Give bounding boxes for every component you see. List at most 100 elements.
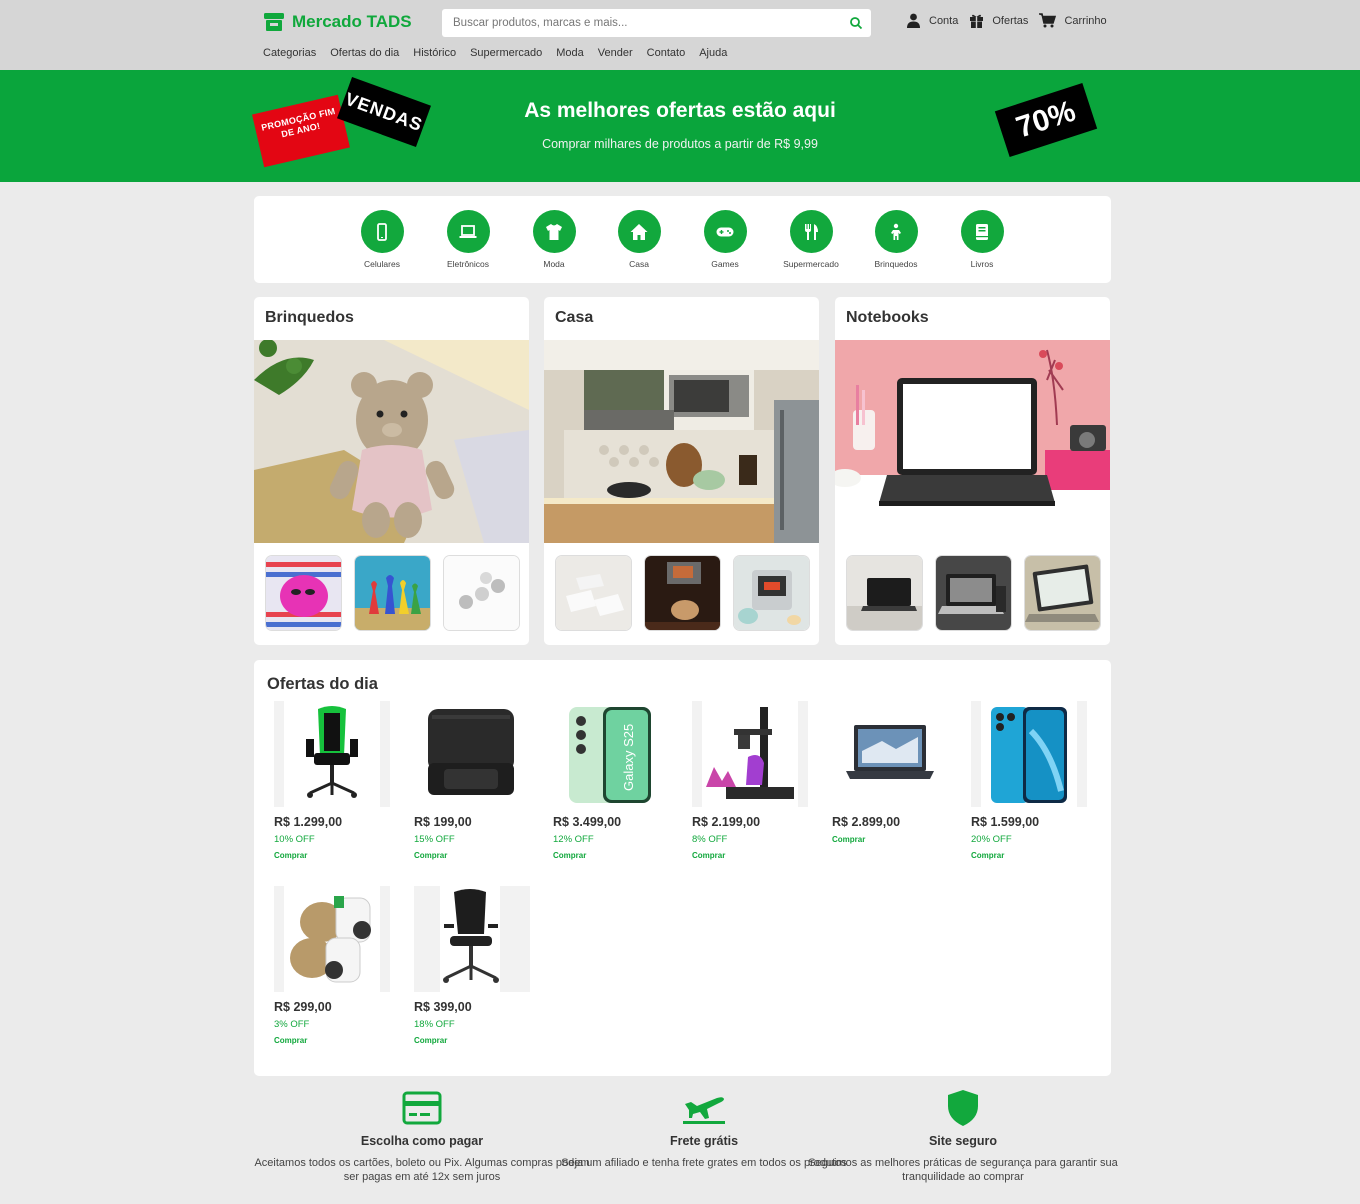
category-icon-wrap xyxy=(789,210,833,253)
thumb-laptop-desk[interactable] xyxy=(846,555,923,631)
nav-item-ajuda[interactable]: Ajuda xyxy=(699,47,727,59)
product-card[interactable]: R$ 2.199,00 8% OFF Comprar xyxy=(692,701,808,860)
account-button[interactable]: Conta xyxy=(906,13,958,28)
product-card[interactable]: R$ 2.899,00 Comprar xyxy=(832,701,948,844)
product-image-air-fryer xyxy=(414,701,530,807)
product-discount: 20% OFF xyxy=(971,834,1012,845)
product-price: R$ 1.599,00 xyxy=(971,815,1040,829)
product-discount: 15% OFF xyxy=(414,834,455,845)
buy-link[interactable]: Comprar xyxy=(553,851,669,860)
thumb-laptop-screen[interactable] xyxy=(1024,555,1101,631)
brand-name: Mercado TADS xyxy=(292,12,412,31)
product-price: R$ 2.199,00 xyxy=(692,815,761,829)
search-input[interactable] xyxy=(442,9,842,37)
category-icon-wrap xyxy=(532,210,576,253)
cart-button[interactable]: Carrinho xyxy=(1039,13,1107,28)
nav-item-vender[interactable]: Vender xyxy=(598,47,633,59)
nav-item-historico[interactable]: Histórico xyxy=(413,47,456,59)
offers-button[interactable]: Ofertas xyxy=(969,13,1028,28)
product-image-3d-printer xyxy=(692,701,808,807)
gift-icon xyxy=(970,14,984,28)
category-icon-wrap xyxy=(960,210,1004,253)
cart-label: Carrinho xyxy=(1064,14,1107,27)
buy-link[interactable]: Comprar xyxy=(832,835,948,844)
buy-link[interactable]: Comprar xyxy=(414,1036,530,1045)
cart-icon xyxy=(1039,13,1057,28)
buy-link[interactable]: Comprar xyxy=(692,851,808,860)
laptop-icon xyxy=(459,224,477,238)
offers-title: Ofertas do dia xyxy=(267,675,378,693)
buy-link[interactable]: Comprar xyxy=(414,851,530,860)
category-moda[interactable]: Moda xyxy=(509,210,599,269)
category-icon-wrap xyxy=(874,210,918,253)
plane-icon xyxy=(683,1097,725,1124)
product-discount: 10% OFF xyxy=(274,834,315,845)
house-icon xyxy=(630,223,648,240)
buy-link[interactable]: Comprar xyxy=(971,851,1087,860)
category-icon-wrap xyxy=(446,210,490,253)
credit-card-icon xyxy=(402,1091,442,1125)
section-thumbnails xyxy=(265,555,520,631)
section-card-casa: Casa xyxy=(544,297,819,645)
section-card-notebooks: Notebooks xyxy=(835,297,1110,645)
category-livros[interactable]: Livros xyxy=(937,210,1027,269)
product-discount: 12% OFF xyxy=(553,834,594,845)
nav-item-categorias[interactable]: Categorias xyxy=(263,47,316,59)
category-brinquedos[interactable]: Brinquedos xyxy=(851,210,941,269)
offers-label: Ofertas xyxy=(992,14,1029,27)
section-image-laptop[interactable] xyxy=(835,340,1110,543)
category-label: Casa xyxy=(629,259,649,269)
section-image-teddy-bear[interactable] xyxy=(254,340,529,543)
product-card[interactable]: R$ 299,00 3% OFF Comprar xyxy=(274,886,390,1045)
nav-item-moda[interactable]: Moda xyxy=(556,47,584,59)
thumb-kitchen-appliance[interactable] xyxy=(733,555,810,631)
section-title: Casa xyxy=(555,309,594,326)
product-image-office-chair xyxy=(414,886,530,992)
product-card[interactable]: Galaxy S25 R$ 3.499,00 12% OFF Comprar xyxy=(553,701,669,860)
buy-link[interactable]: Comprar xyxy=(274,1036,390,1045)
thumb-fidget-spinner[interactable] xyxy=(443,555,520,631)
product-card[interactable]: R$ 1.599,00 20% OFF Comprar xyxy=(971,701,1087,860)
product-card[interactable]: R$ 1.299,00 10% OFF Comprar xyxy=(274,701,390,860)
buy-link[interactable]: Comprar xyxy=(274,851,390,860)
thumb-squishy-ball[interactable] xyxy=(265,555,342,631)
shield-icon xyxy=(948,1090,978,1126)
section-card-brinquedos: Brinquedos xyxy=(254,297,529,645)
banner-title: As melhores ofertas estão aqui xyxy=(524,99,836,122)
thumb-white-dishes[interactable] xyxy=(555,555,632,631)
thumb-coffee-machine[interactable] xyxy=(644,555,721,631)
category-supermercado[interactable]: Supermercado xyxy=(766,210,856,269)
product-image-gaming-chair xyxy=(274,701,390,807)
category-casa[interactable]: Casa xyxy=(594,210,684,269)
product-price: R$ 3.499,00 xyxy=(553,815,622,829)
logo[interactable]: Mercado TADS xyxy=(263,12,412,32)
category-icon-wrap xyxy=(617,210,661,253)
product-image-security-camera xyxy=(274,886,390,992)
account-label: Conta xyxy=(929,14,959,27)
product-image-notebook xyxy=(832,701,948,807)
thumb-laptop-bw[interactable] xyxy=(935,555,1012,631)
category-eletronicos[interactable]: Eletrônicos xyxy=(423,210,513,269)
category-label: Brinquedos xyxy=(874,259,918,269)
category-games[interactable]: Games xyxy=(680,210,770,269)
nav-item-contato[interactable]: Contato xyxy=(647,47,686,59)
category-label: Supermercado xyxy=(783,259,839,269)
product-price: R$ 1.299,00 xyxy=(274,815,343,829)
product-card[interactable]: R$ 199,00 15% OFF Comprar xyxy=(414,701,530,860)
product-price: R$ 299,00 xyxy=(274,1000,332,1014)
search-icon[interactable] xyxy=(849,16,863,30)
utensils-icon xyxy=(805,223,818,240)
nav-item-ofertas-do-dia[interactable]: Ofertas do dia xyxy=(330,47,399,59)
category-label: Games xyxy=(711,259,739,269)
product-card[interactable]: R$ 399,00 18% OFF Comprar xyxy=(414,886,530,1045)
promo-banner[interactable] xyxy=(0,70,1360,182)
product-discount: 8% OFF xyxy=(692,834,728,845)
product-price: R$ 2.899,00 xyxy=(832,815,901,829)
feature-title: Site seguro xyxy=(928,1134,998,1148)
nav-item-supermercado[interactable]: Supermercado xyxy=(470,47,542,59)
section-image-kitchen[interactable] xyxy=(544,340,819,543)
category-celulares[interactable]: Celulares xyxy=(337,210,427,269)
product-price: R$ 399,00 xyxy=(414,1000,472,1014)
header: Mercado TADS Conta Ofertas xyxy=(0,0,1360,70)
thumb-colored-pawns[interactable] xyxy=(354,555,431,631)
